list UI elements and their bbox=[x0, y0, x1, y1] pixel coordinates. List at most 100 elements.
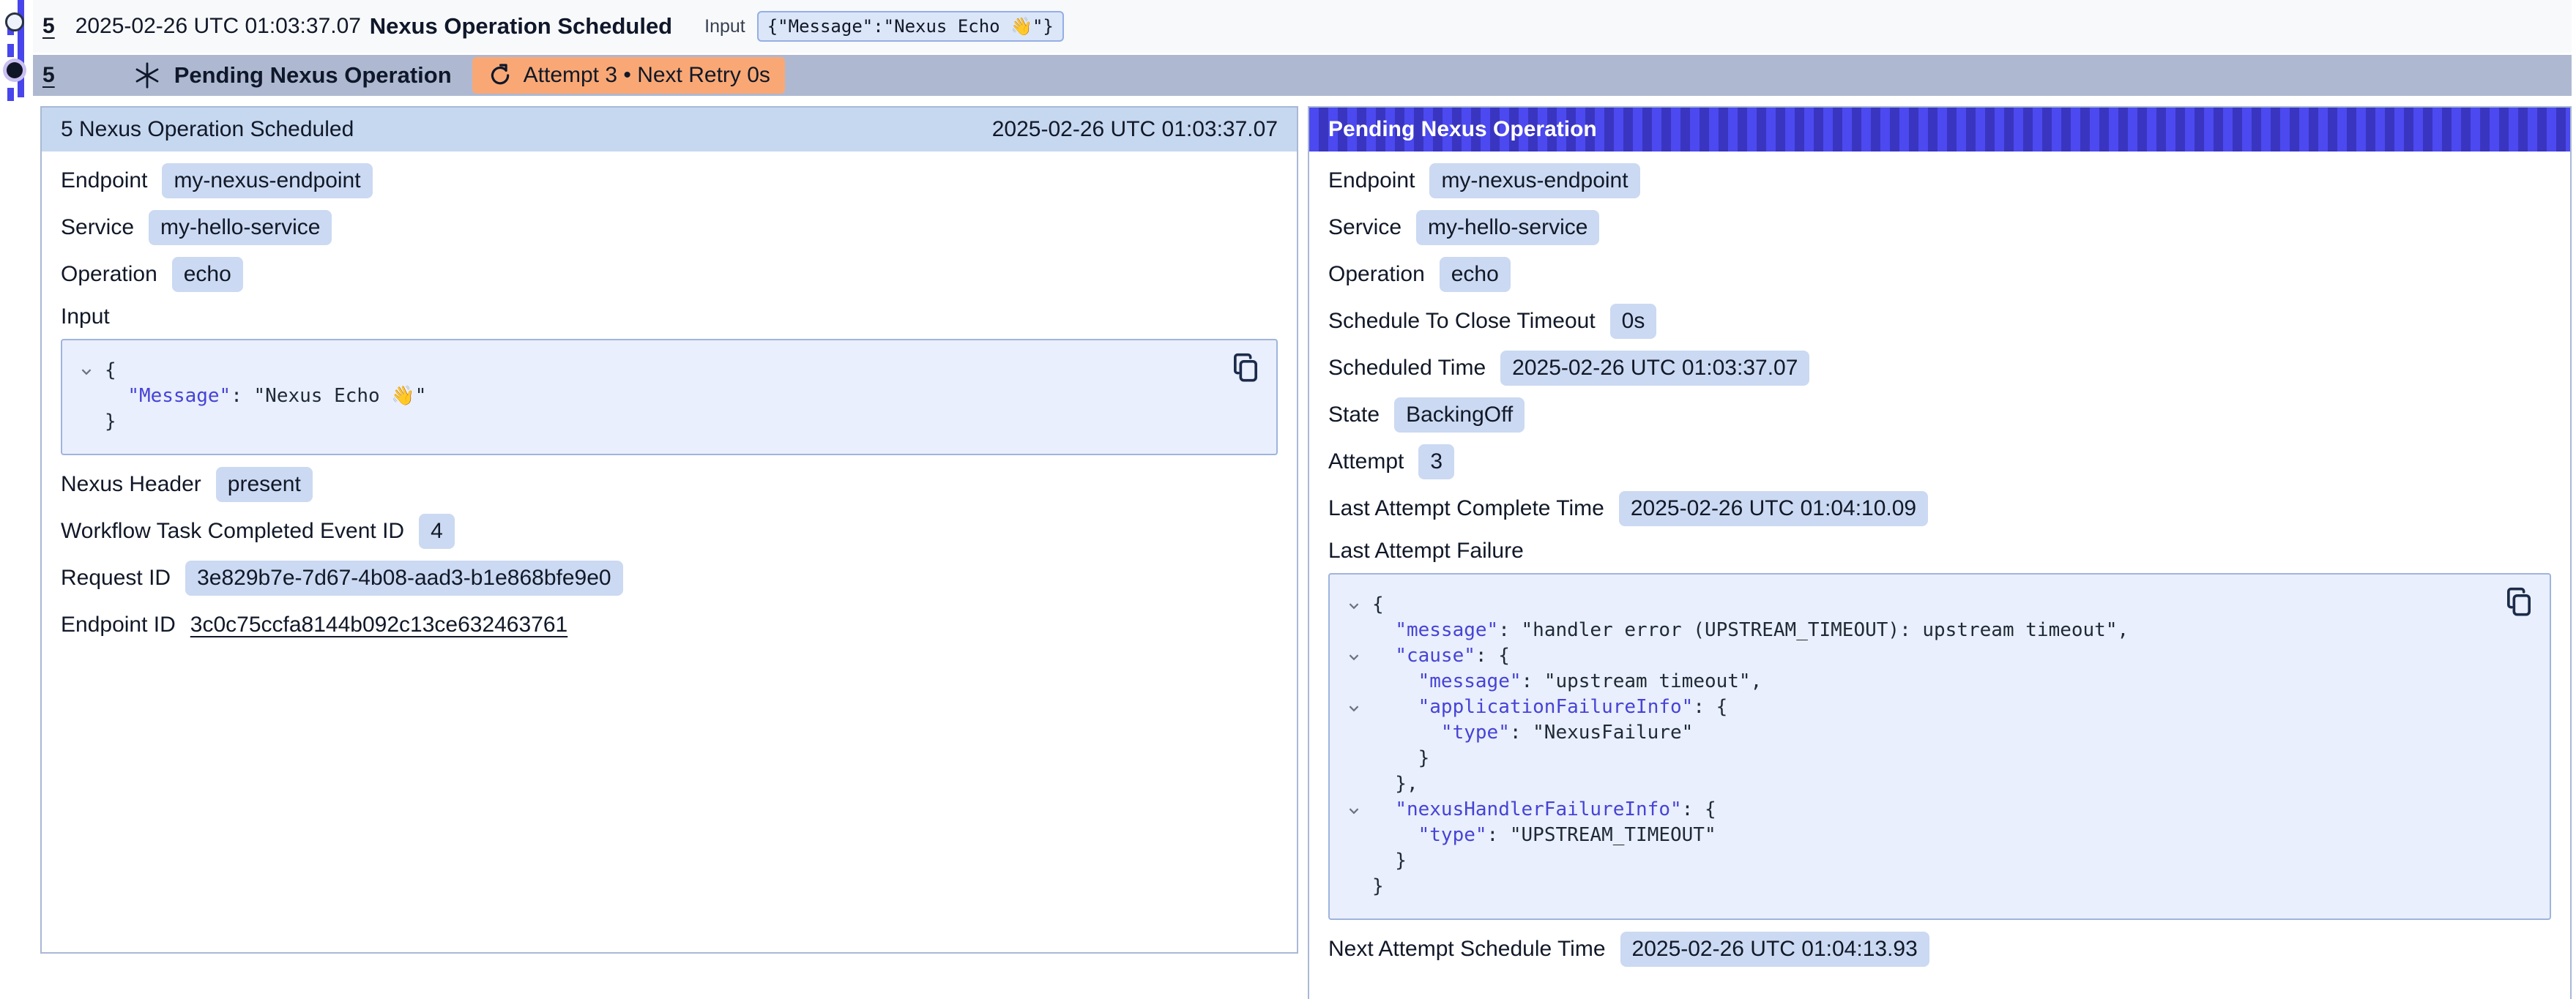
fold-toggle[interactable] bbox=[68, 358, 105, 383]
field-value-badge: 3e829b7e-7d67-4b08-aad3-b1e868bfe9e0 bbox=[185, 561, 623, 596]
copy-icon[interactable] bbox=[2504, 586, 2535, 620]
field-value-badge: my-hello-service bbox=[149, 210, 332, 245]
fold-toggle[interactable] bbox=[1336, 797, 1372, 823]
json-text: "Message": "Nexus Echo 👋" bbox=[105, 383, 426, 409]
field-value-badge: 0s bbox=[1610, 304, 1657, 339]
json-line: "message": "upstream timeout", bbox=[1336, 669, 2491, 695]
event-row-nexus-operation-scheduled[interactable]: 5 2025-02-26 UTC 01:03:37.07 Nexus Opera… bbox=[33, 0, 2572, 53]
field-row-endpoint-id: Endpoint ID 3c0c75ccfa8144b092c13ce63246… bbox=[61, 602, 1278, 648]
json-text: } bbox=[1372, 746, 1429, 771]
field-label: Operation bbox=[1328, 262, 1425, 287]
field-row-schedule-to-close-timeout: Schedule To Close Timeout 0s bbox=[1328, 298, 2551, 345]
field-row-state: State BackingOff bbox=[1328, 392, 2551, 438]
json-line: } bbox=[1336, 874, 2491, 899]
retry-icon bbox=[487, 63, 512, 88]
field-label: Endpoint ID bbox=[61, 613, 176, 637]
field-value-badge: 3 bbox=[1418, 444, 1454, 479]
json-text: "message": "handler error (UPSTREAM_TIME… bbox=[1372, 618, 2129, 643]
event-id-link[interactable]: 5 bbox=[42, 63, 55, 88]
fold-toggle[interactable] bbox=[1336, 695, 1372, 720]
gutter bbox=[68, 383, 105, 409]
scheduled-panel-timestamp: 2025-02-26 UTC 01:03:37.07 bbox=[992, 117, 1278, 142]
json-line: }, bbox=[1336, 771, 2491, 797]
json-line: "message": "handler error (UPSTREAM_TIME… bbox=[1336, 618, 2491, 643]
field-label: Attempt bbox=[1328, 449, 1404, 474]
gutter bbox=[1336, 746, 1372, 771]
field-row-workflow-task-completed-event-id: Workflow Task Completed Event ID 4 bbox=[61, 508, 1278, 555]
event-id-link[interactable]: 5 bbox=[42, 14, 55, 39]
json-text: "applicationFailureInfo": { bbox=[1372, 695, 1727, 720]
fold-toggle[interactable] bbox=[1336, 643, 1372, 669]
json-text: "type": "UPSTREAM_TIMEOUT" bbox=[1372, 823, 1716, 848]
json-line: "Message": "Nexus Echo 👋" bbox=[68, 383, 1218, 409]
endpoint-id-link[interactable]: 3c0c75ccfa8144b092c13ce632463761 bbox=[190, 613, 567, 637]
field-row-service: Service my-hello-service bbox=[1328, 204, 2551, 251]
field-row-operation: Operation echo bbox=[61, 251, 1278, 298]
pending-operation-detail-panel: Pending Nexus Operation Endpoint my-nexu… bbox=[1308, 106, 2572, 999]
field-row-next-attempt-schedule-time: Next Attempt Schedule Time 2025-02-26 UT… bbox=[1328, 926, 2551, 973]
last-attempt-failure-label: Last Attempt Failure bbox=[1328, 532, 2551, 570]
scheduled-event-detail-panel: 5 Nexus Operation Scheduled 2025-02-26 U… bbox=[40, 106, 1298, 954]
gutter bbox=[1336, 669, 1372, 695]
field-label: Next Attempt Schedule Time bbox=[1328, 937, 1606, 962]
field-row-endpoint: Endpoint my-nexus-endpoint bbox=[1328, 157, 2551, 204]
collapse-chevron-icon bbox=[1347, 599, 1361, 613]
event-row-pending-nexus-operation[interactable]: 5 Pending Nexus Operation Attempt 3 • Ne… bbox=[33, 55, 2572, 96]
field-value-badge: echo bbox=[172, 257, 243, 292]
json-line: } bbox=[1336, 746, 2491, 771]
field-label: Last Attempt Complete Time bbox=[1328, 496, 1604, 521]
field-value-badge: BackingOff bbox=[1394, 397, 1525, 433]
json-line: "cause": { bbox=[1336, 643, 2491, 669]
field-row-endpoint: Endpoint my-nexus-endpoint bbox=[61, 157, 1278, 204]
field-row-last-attempt-complete-time: Last Attempt Complete Time 2025-02-26 UT… bbox=[1328, 485, 2551, 532]
gutter bbox=[1336, 771, 1372, 797]
field-value-badge: echo bbox=[1440, 257, 1511, 292]
field-label: Nexus Header bbox=[61, 472, 201, 497]
field-row-attempt: Attempt 3 bbox=[1328, 438, 2551, 485]
json-text: { bbox=[105, 358, 116, 383]
json-text: "message": "upstream timeout", bbox=[1372, 669, 1762, 695]
json-line: "applicationFailureInfo": { bbox=[1336, 695, 2491, 720]
gutter bbox=[1336, 823, 1372, 848]
field-value-badge: my-nexus-endpoint bbox=[1429, 163, 1639, 198]
json-text: { bbox=[1372, 592, 1384, 618]
gutter bbox=[1336, 848, 1372, 874]
collapse-chevron-icon bbox=[1347, 650, 1361, 665]
json-text: "type": "NexusFailure" bbox=[1372, 720, 1693, 746]
pending-event-title: Pending Nexus Operation bbox=[174, 62, 452, 89]
field-row-scheduled-time: Scheduled Time 2025-02-26 UTC 01:03:37.0… bbox=[1328, 345, 2551, 392]
event-history-rows: 5 2025-02-26 UTC 01:03:37.07 Nexus Opera… bbox=[33, 0, 2572, 96]
timeline-current-marker-icon bbox=[7, 62, 23, 78]
gutter bbox=[1336, 618, 1372, 643]
gutter bbox=[1336, 874, 1372, 899]
json-line: { bbox=[68, 358, 1218, 383]
field-label: Service bbox=[61, 215, 134, 240]
field-label: Endpoint bbox=[61, 168, 147, 193]
json-line: "type": "NexusFailure" bbox=[1336, 720, 2491, 746]
failure-json-viewer: { "message": "handler error (UPSTREAM_TI… bbox=[1328, 573, 2551, 920]
scheduled-panel-title: 5 Nexus Operation Scheduled bbox=[61, 117, 354, 142]
collapse-chevron-icon bbox=[1347, 701, 1361, 716]
json-text: } bbox=[1372, 848, 1407, 874]
event-title: Nexus Operation Scheduled bbox=[370, 13, 672, 40]
input-preview-badge: {"Message":"Nexus Echo 👋"} bbox=[757, 11, 1064, 42]
json-text: } bbox=[1372, 874, 1384, 899]
field-label: State bbox=[1328, 403, 1380, 427]
copy-icon[interactable] bbox=[1231, 352, 1262, 386]
field-value-badge: 2025-02-26 UTC 01:04:10.09 bbox=[1619, 491, 1928, 526]
field-row-request-id: Request ID 3e829b7e-7d67-4b08-aad3-b1e86… bbox=[61, 555, 1278, 602]
field-row-nexus-header: Nexus Header present bbox=[61, 461, 1278, 508]
event-timestamp: 2025-02-26 UTC 01:03:37.07 bbox=[75, 14, 370, 39]
json-line: } bbox=[1336, 848, 2491, 874]
json-line: "type": "UPSTREAM_TIMEOUT" bbox=[1336, 823, 2491, 848]
field-value-badge: present bbox=[216, 467, 313, 502]
collapse-chevron-icon bbox=[1347, 804, 1361, 818]
json-text: } bbox=[105, 409, 116, 435]
field-value-badge: 2025-02-26 UTC 01:03:37.07 bbox=[1500, 351, 1809, 386]
retry-attempt-badge: Attempt 3 • Next Retry 0s bbox=[472, 57, 785, 94]
input-label: Input bbox=[704, 16, 745, 37]
gutter bbox=[1336, 720, 1372, 746]
fold-toggle[interactable] bbox=[1336, 592, 1372, 618]
input-json-viewer: { "Message": "Nexus Echo 👋"} bbox=[61, 339, 1278, 455]
timeline-open-marker-icon bbox=[5, 12, 24, 31]
